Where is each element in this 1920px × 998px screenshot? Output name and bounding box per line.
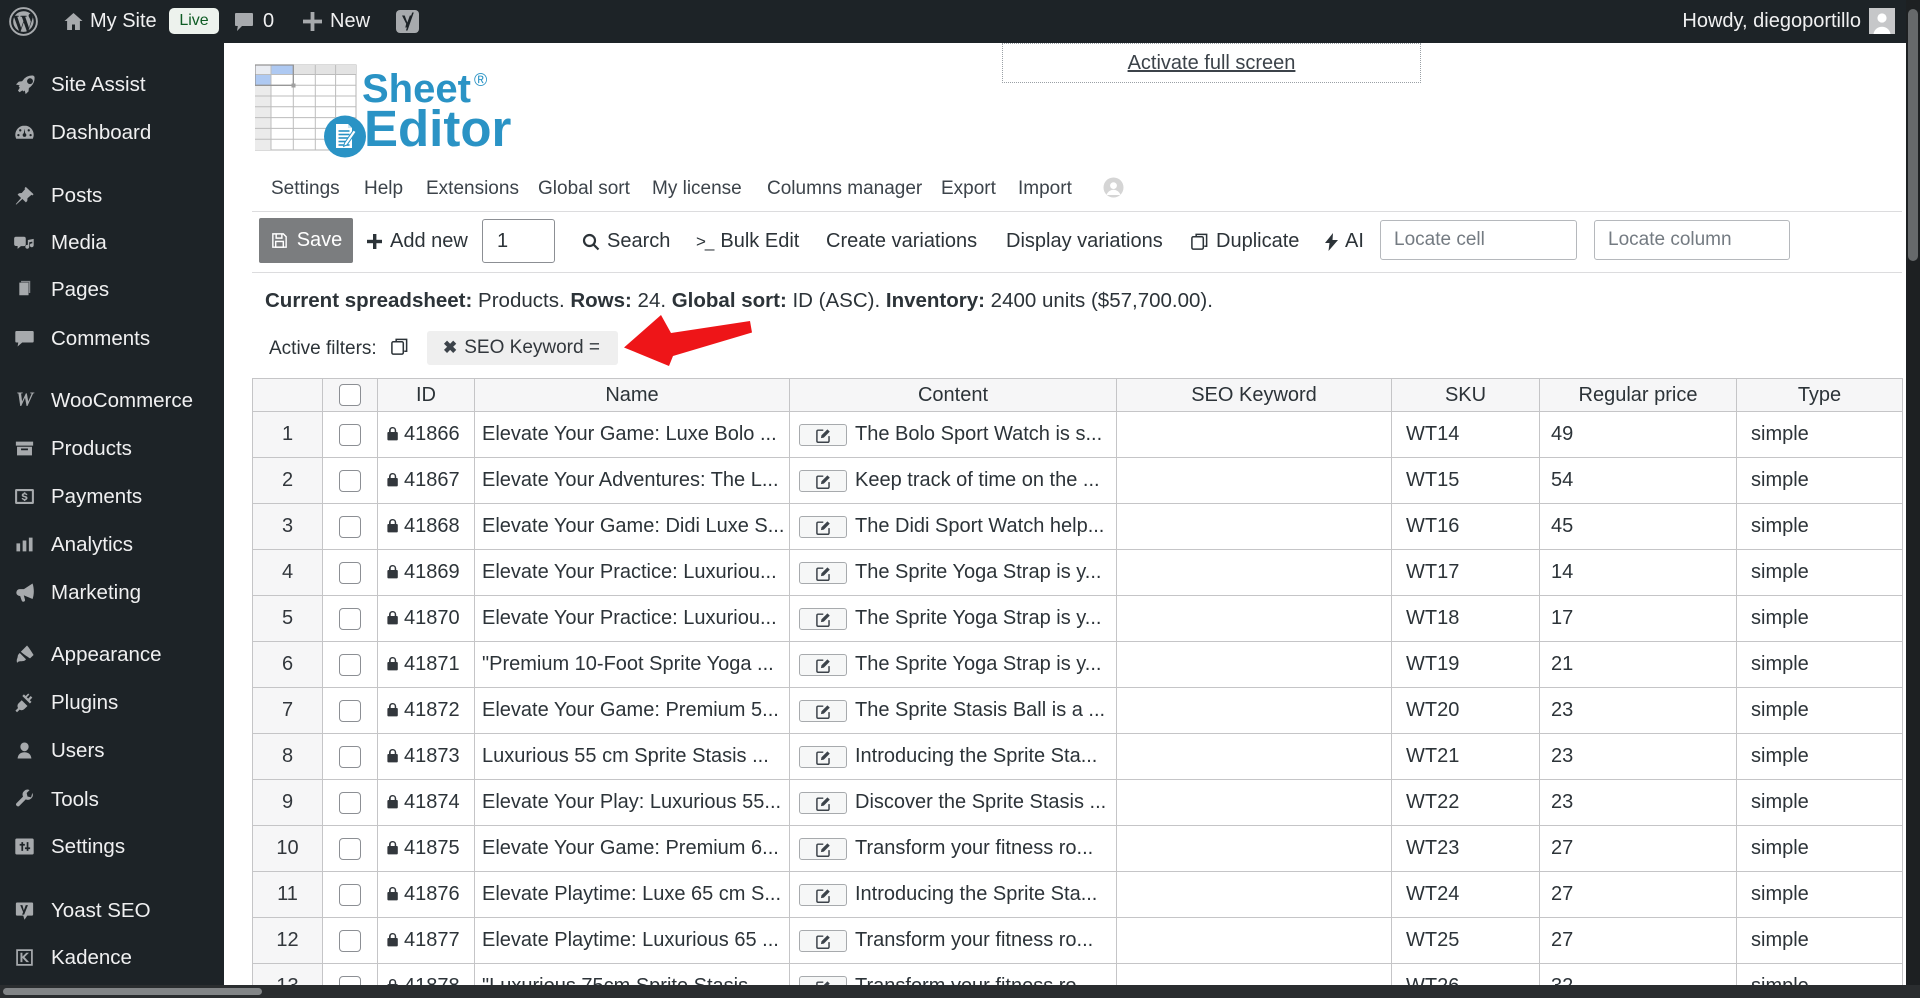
svg-text:®: ® [474, 70, 487, 90]
svg-text:W: W [16, 390, 35, 411]
svg-text:Editor: Editor [364, 100, 511, 157]
